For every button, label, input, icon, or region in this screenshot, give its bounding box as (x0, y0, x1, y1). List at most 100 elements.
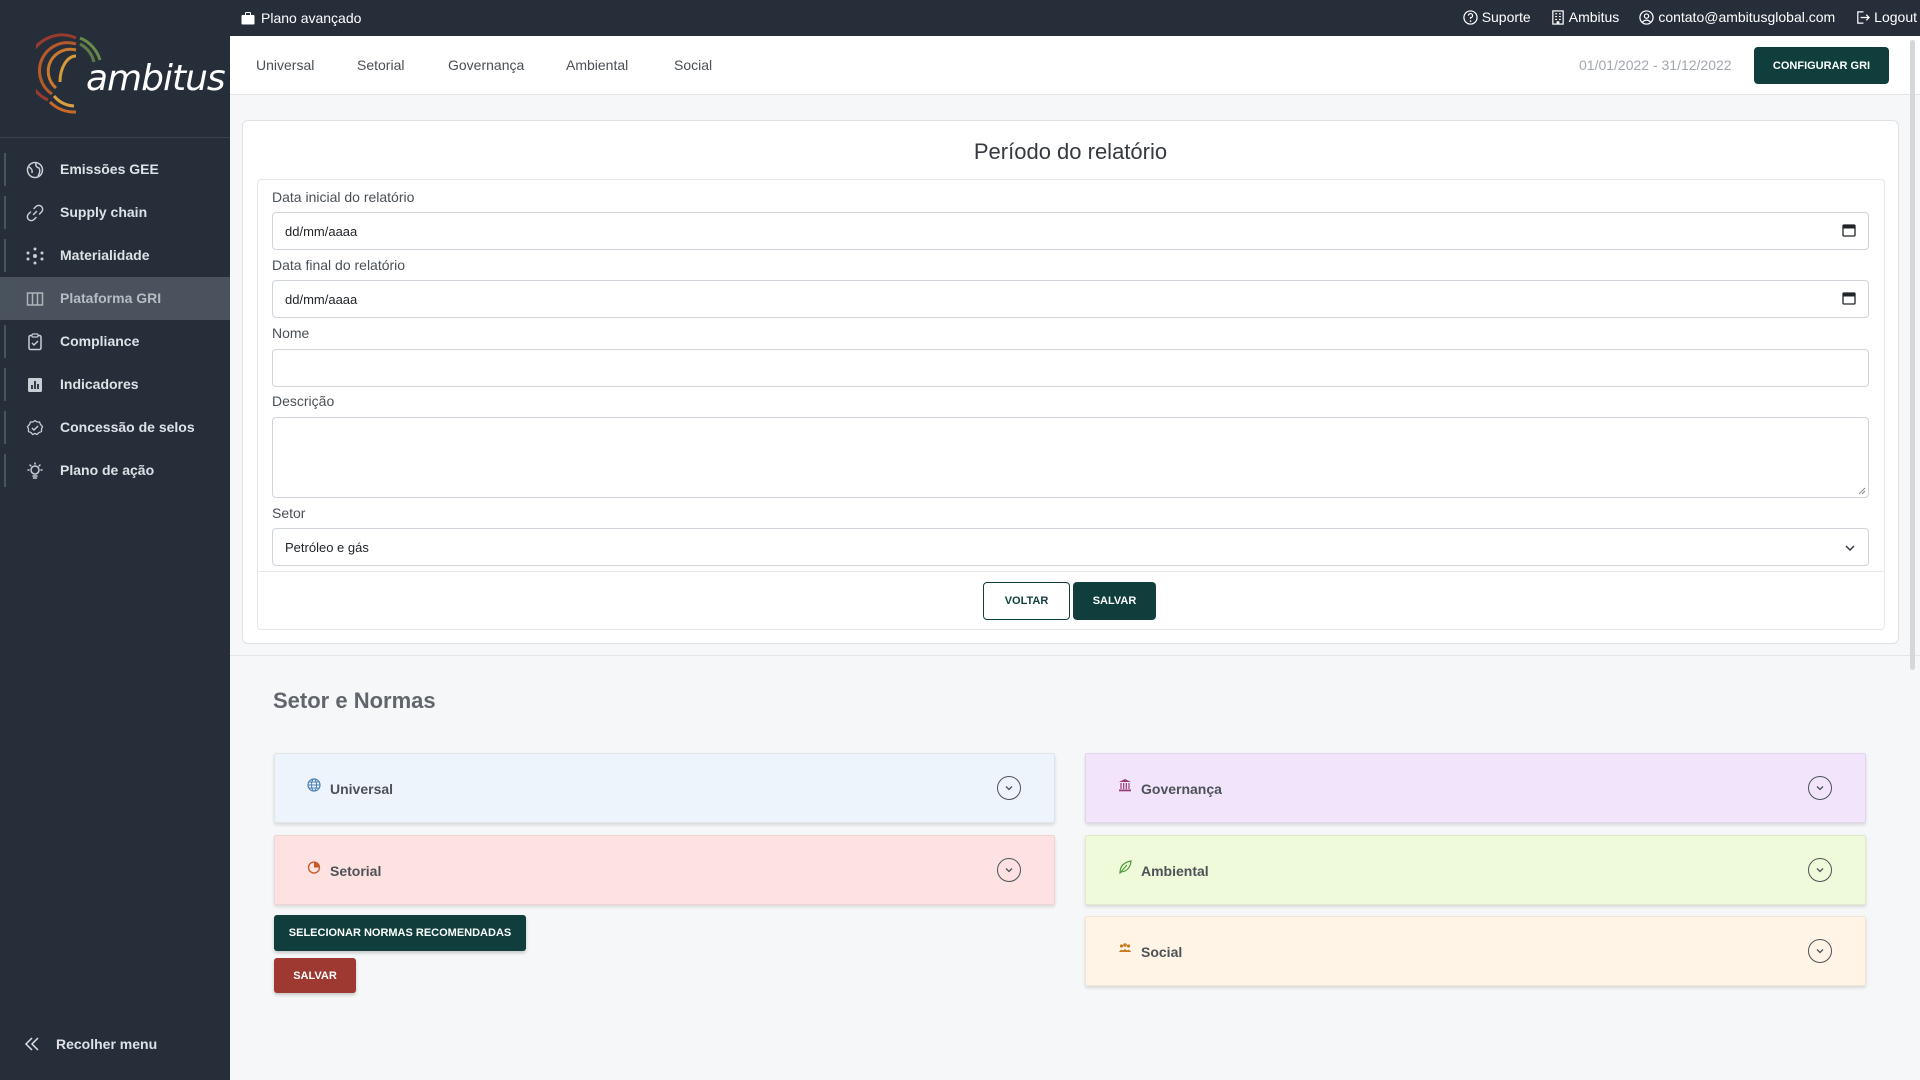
tab-governanca[interactable]: Governança (448, 57, 524, 73)
sidebar-item-label: Compliance (60, 333, 140, 349)
select-recommended-norms-button[interactable]: SELECIONAR NORMAS RECOMENDADAS (274, 915, 526, 951)
section-divider (230, 655, 1920, 656)
bar-chart-icon (28, 378, 42, 392)
company-link[interactable]: Ambitus (1551, 9, 1620, 25)
name-input[interactable] (272, 349, 1869, 387)
save-norms-button[interactable]: SALVAR (274, 958, 356, 993)
plan-label: Plano avançado (261, 10, 362, 26)
end-date-label: Data final do relatório (272, 257, 406, 273)
support-link[interactable]: Suporte (1463, 9, 1531, 25)
start-date-input[interactable]: dd/mm/aaaa (272, 212, 1869, 250)
report-period-form: Data inicial do relatório dd/mm/aaaa Dat… (257, 179, 1885, 630)
sidebar-item-label: Materialidade (60, 247, 150, 263)
link-icon (26, 204, 44, 222)
plan-indicator: Plano avançado (241, 10, 361, 26)
name-label: Nome (272, 325, 310, 341)
gri-tabs-bar: Universal Setorial Governança Ambiental … (230, 36, 1920, 95)
globe-icon (26, 161, 44, 179)
sidebar-item-label: Concessão de selos (60, 419, 195, 435)
briefcase-icon (241, 11, 255, 24)
sidebar-item-plataforma-gri[interactable]: Plataforma GRI (0, 277, 230, 320)
sidebar-item-materialidade[interactable]: Materialidade (0, 234, 230, 277)
double-chevron-left-icon (24, 1037, 39, 1051)
accordion-governanca[interactable]: Governança (1085, 753, 1866, 823)
accordion-social[interactable]: Social (1085, 916, 1866, 986)
logout-link[interactable]: Logout (1855, 9, 1917, 25)
bank-icon (1119, 779, 1131, 792)
pie-chart-icon (307, 861, 321, 874)
tab-setorial[interactable]: Setorial (357, 57, 404, 73)
tab-social[interactable]: Social (674, 57, 712, 73)
accordion-ambiental[interactable]: Ambiental (1085, 835, 1866, 905)
sidebar-item-supply-chain[interactable]: Supply chain (0, 191, 230, 234)
accordion-label: Setorial (330, 863, 382, 879)
top-bar: Plano avançado Suporte Ambitus contato@a… (230, 0, 1920, 36)
sidebar-item-indicadores[interactable]: Indicadores (0, 363, 230, 406)
accordion-label: Governança (1141, 781, 1222, 797)
description-textarea[interactable] (272, 417, 1869, 498)
columns-icon (26, 292, 44, 306)
accordion-label: Universal (330, 781, 394, 797)
save-period-button[interactable]: SALVAR (1073, 582, 1156, 620)
logout-label: Logout (1874, 9, 1917, 25)
badge-check-icon (26, 419, 44, 436)
clipboard-check-icon (28, 333, 42, 351)
description-label: Descrição (272, 393, 335, 409)
sector-label: Setor (272, 505, 306, 521)
sidebar-item-concessao-de-selos[interactable]: Concessão de selos (0, 406, 230, 449)
sidebar-item-emissoes-gee[interactable]: Emissões GEE (0, 148, 230, 191)
globe-icon (307, 778, 321, 792)
sidebar-item-label: Supply chain (60, 204, 148, 220)
scrollbar-thumb[interactable] (1910, 40, 1915, 670)
sidebar-item-label: Indicadores (60, 376, 139, 392)
accordion-setorial[interactable]: Setorial (274, 835, 1055, 905)
configure-gri-button[interactable]: CONFIGURAR GRI (1754, 47, 1889, 84)
chevron-down-icon[interactable] (997, 776, 1021, 800)
network-icon (26, 247, 44, 265)
user-circle-icon (1639, 9, 1654, 25)
end-date-input[interactable]: dd/mm/aaaa (272, 280, 1869, 318)
back-button[interactable]: VOLTAR (983, 582, 1070, 620)
end-date-value: dd/mm/aaaa (285, 292, 358, 307)
sidebar-item-compliance[interactable]: Compliance (0, 320, 230, 363)
sidebar-nav: Emissões GEE Supply chain Materialidade … (0, 148, 230, 492)
lightbulb-icon (27, 462, 43, 479)
sidebar-item-plano-de-acao[interactable]: Plano de ação (0, 449, 230, 492)
chevron-down-icon[interactable] (1808, 776, 1832, 800)
sidebar-item-label: Plataforma GRI (60, 290, 162, 306)
chevron-down-icon[interactable] (997, 858, 1021, 882)
sidebar-item-label: Plano de ação (60, 462, 155, 478)
calendar-icon[interactable] (1842, 223, 1856, 237)
chevron-down-icon (1845, 545, 1855, 552)
user-email: contato@ambitusglobal.com (1658, 9, 1836, 25)
accordion-universal[interactable]: Universal (274, 753, 1055, 823)
logo-text: ambitus (86, 58, 226, 99)
chevron-down-icon[interactable] (1808, 858, 1832, 882)
user-email-link[interactable]: contato@ambitusglobal.com (1639, 9, 1835, 25)
start-date-label: Data inicial do relatório (272, 189, 415, 205)
people-icon (1119, 943, 1131, 952)
collapse-menu-label: Recolher menu (56, 1036, 158, 1052)
ambitus-logo[interactable]: ambitus (36, 30, 226, 120)
chevron-down-icon[interactable] (1808, 939, 1832, 963)
accordion-label: Ambiental (1141, 863, 1209, 879)
calendar-icon[interactable] (1842, 291, 1856, 305)
building-icon (1551, 9, 1564, 25)
leaf-icon (1119, 860, 1132, 874)
company-label: Ambitus (1568, 9, 1620, 25)
support-label: Suporte (1481, 9, 1531, 25)
sidebar-item-label: Emissões GEE (60, 161, 159, 177)
tab-universal[interactable]: Universal (256, 57, 314, 73)
question-circle-icon (1463, 9, 1478, 25)
sector-select[interactable]: Petróleo e gás (272, 528, 1869, 566)
report-period-card: Período do relatório Data inicial do rel… (242, 120, 1899, 644)
norms-section-title: Setor e Normas (273, 688, 436, 713)
resize-handle-icon[interactable] (1858, 487, 1866, 495)
accordion-label: Social (1141, 944, 1183, 960)
top-links: Suporte Ambitus contato@ambitusglobal.co… (1443, 9, 1917, 25)
collapse-menu-button[interactable]: Recolher menu (24, 1036, 157, 1052)
form-divider (258, 571, 1884, 572)
logout-icon (1857, 10, 1871, 24)
start-date-value: dd/mm/aaaa (285, 224, 358, 239)
tab-ambiental[interactable]: Ambiental (566, 57, 628, 73)
